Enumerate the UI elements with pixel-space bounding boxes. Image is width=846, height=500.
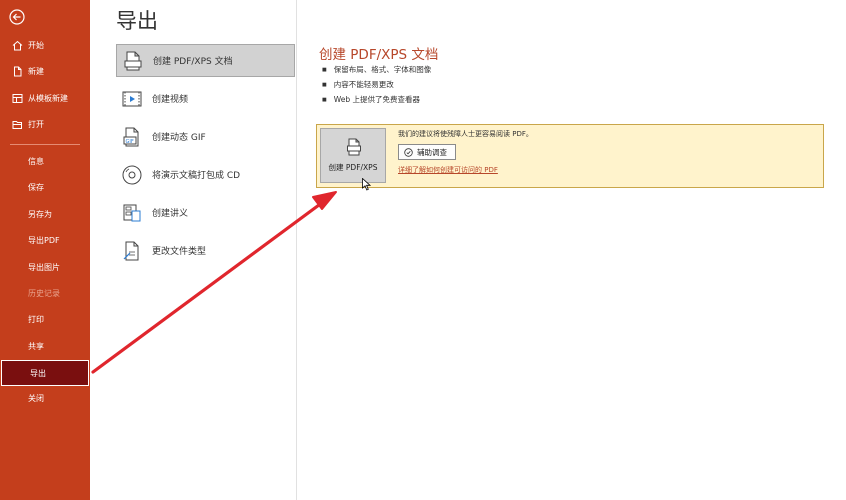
accessibility-check-label: 辅助调查 [417,147,447,157]
export-option-label: 更改文件类型 [152,247,207,257]
sidebar-item-label: 共享 [28,341,44,351]
sidebar-item-close[interactable]: 关闭 [0,388,90,408]
sidebar-item-label: 另存为 [28,209,52,219]
export-option-create-pdf[interactable]: 创建 PDF/XPS 文档 [116,44,295,77]
sidebar-item-open[interactable]: 打开 [0,114,90,134]
sidebar-item-info[interactable]: 信息 [0,151,90,171]
back-arrow-icon[interactable] [9,9,25,25]
sidebar-item-share[interactable]: 共享 [0,336,90,356]
export-option-label: 创建动态 GIF [152,133,206,143]
feature-list-item: 保留布局、格式、字体和图像 [322,62,432,77]
export-option-label: 创建视频 [152,95,189,105]
sidebar-item-save[interactable]: 保存 [0,177,90,197]
sidebar-item-label: 导出PDF [28,235,60,245]
export-option-label: 创建 PDF/XPS 文档 [153,57,233,67]
feature-list-item: Web 上提供了免费查看器 [322,92,431,107]
pdf-document-icon [124,51,142,70]
template-icon [12,93,23,103]
folder-open-icon [12,120,22,129]
accessibility-check-icon [404,147,413,157]
handout-icon [123,204,141,221]
change-file-type-icon [123,241,139,260]
learn-more-link[interactable]: 详细了解如何创建可访问的 PDF [398,165,498,175]
export-option-change-file-type[interactable]: 更改文件类型 [116,234,295,267]
sidebar-item-label: 开始 [28,40,44,50]
video-icon [122,91,142,106]
accessibility-check-button[interactable]: 辅助调查 [398,144,456,160]
sidebar-item-label: 导出图片 [28,262,60,272]
sidebar-item-label: 打开 [28,119,44,129]
sidebar-item-label: 打印 [28,314,44,324]
feature-list: 保留布局、格式、字体和图像 内容不能轻易更改 Web 上提供了免费查看器 [322,62,432,107]
export-option-create-gif[interactable]: GIF 创建动态 GIF [116,120,295,153]
create-pdf-xps-label: 创建 PDF/XPS [328,163,378,172]
sidebar-item-label: 保存 [28,182,44,192]
backstage-sidebar: 开始 新建 从模板新建 打开 信息 保存 另存为 导出PDF 导出图片 历史记录… [0,0,90,500]
sidebar-item-label: 信息 [28,156,44,166]
sidebar-item-label: 从模板新建 [28,93,68,103]
create-pdf-xps-button[interactable]: 创建 PDF/XPS [320,128,386,191]
cd-icon [122,165,142,184]
page-title: 导出 [116,9,158,33]
pdf-document-icon [347,138,361,156]
sidebar-item-export-image[interactable]: 导出图片 [0,257,90,277]
sidebar-item-new-from-template[interactable]: 从模板新建 [0,88,90,108]
export-option-create-handouts[interactable]: 创建讲义 [116,196,295,229]
export-option-label: 创建讲义 [152,209,189,219]
detail-title: 创建 PDF/XPS 文档 [319,47,439,63]
home-icon [12,40,23,50]
sidebar-item-label: 历史记录 [28,288,60,298]
export-option-create-video[interactable]: 创建视频 [116,82,295,115]
sidebar-item-label: 导出 [30,368,46,378]
accessibility-info-panel: 创建 PDF/XPS 我们的建议将使残障人士更容易阅读 PDF。 辅助调查 详细… [316,124,824,191]
sidebar-divider [10,144,80,145]
sidebar-item-export[interactable]: 导出 [1,360,89,386]
sidebar-item-history: 历史记录 [0,283,90,303]
sidebar-item-print[interactable]: 打印 [0,309,90,329]
sidebar-item-save-as[interactable]: 另存为 [0,204,90,224]
sidebar-item-new[interactable]: 新建 [0,61,90,81]
svg-text:GIF: GIF [126,139,134,145]
feature-list-item: 内容不能轻易更改 [322,77,431,92]
sidebar-item-label: 关闭 [28,393,44,403]
new-document-icon [14,66,22,76]
export-option-package-cd[interactable]: 将演示文稿打包成 CD [116,158,295,191]
export-option-label: 将演示文稿打包成 CD [152,171,241,181]
sidebar-item-export-pdf[interactable]: 导出PDF [0,230,90,250]
sidebar-item-label: 新建 [28,66,44,76]
mouse-cursor-icon [362,178,371,191]
gif-icon: GIF [123,127,139,146]
column-divider [296,0,297,500]
sidebar-item-home[interactable]: 开始 [0,35,90,55]
accessibility-info-text: 我们的建议将使残障人士更容易阅读 PDF。 [398,130,533,138]
